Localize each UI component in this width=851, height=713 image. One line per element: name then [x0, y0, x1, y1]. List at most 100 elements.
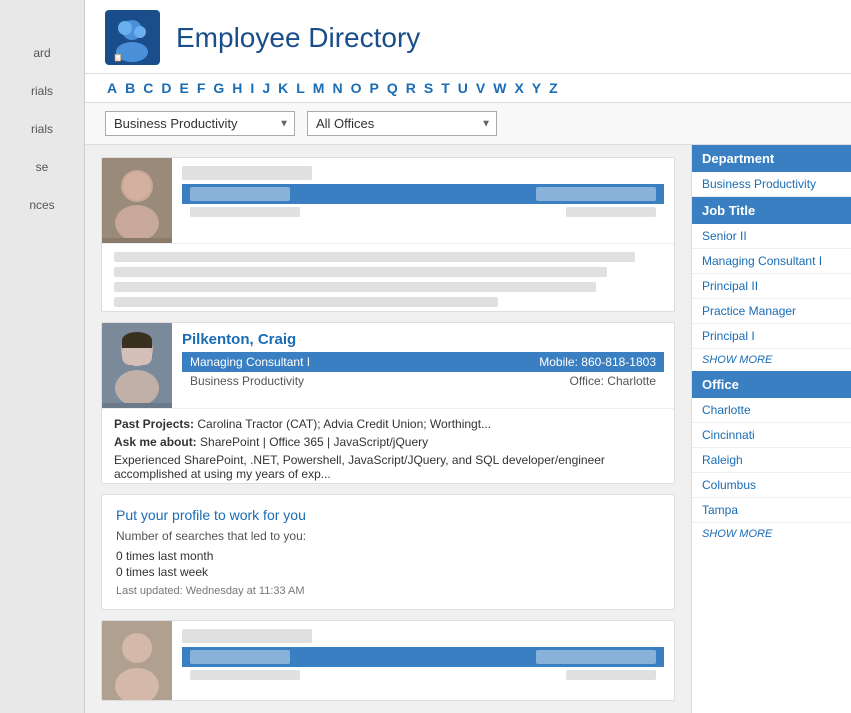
- main-content: 📋 Employee Directory ABCDEFGHIJKLMNOPQRS…: [85, 0, 851, 713]
- mobile-blur: [536, 187, 656, 201]
- alpha-letter-O[interactable]: O: [349, 80, 364, 96]
- ask-me-about: Ask me about: SharePoint | Office 365 | …: [114, 435, 662, 449]
- alpha-letter-D[interactable]: D: [159, 80, 173, 96]
- filter-option-raleigh[interactable]: Raleigh: [692, 448, 851, 473]
- mobile-blur: [536, 650, 656, 664]
- title-bar: [182, 184, 664, 204]
- employee-office: Office: Charlotte: [570, 374, 656, 388]
- employee-title: Managing Consultant I: [190, 355, 310, 369]
- dept-row: [182, 667, 664, 683]
- alpha-letter-H[interactable]: H: [230, 80, 244, 96]
- sidebar-item-6[interactable]: nces: [0, 186, 84, 224]
- alpha-letter-A[interactable]: A: [105, 80, 119, 96]
- title-blur: [190, 187, 290, 201]
- alpha-letter-R[interactable]: R: [404, 80, 418, 96]
- employee-card: [101, 620, 675, 701]
- filter-option-columbus[interactable]: Columbus: [692, 473, 851, 498]
- employee-photo: [102, 323, 172, 408]
- office-blur: [566, 207, 656, 217]
- filter-option-senior-ii[interactable]: Senior II: [692, 224, 851, 249]
- bio-line-4: [114, 297, 498, 307]
- sidebar-item-3[interactable]: rials: [0, 72, 84, 110]
- alpha-letter-M[interactable]: M: [311, 80, 327, 96]
- employee-photo: [102, 621, 172, 701]
- profile-promo-card: Put your profile to work for you Number …: [101, 494, 675, 610]
- past-projects: Past Projects: Carolina Tractor (CAT); A…: [114, 417, 662, 431]
- alpha-letter-L[interactable]: L: [294, 80, 307, 96]
- filter-option-managing-consultant[interactable]: Managing Consultant I: [692, 249, 851, 274]
- alpha-letter-Y[interactable]: Y: [530, 80, 543, 96]
- promo-last-updated: Last updated: Wednesday at 11:33 AM: [116, 585, 660, 597]
- filter-option-principal-ii[interactable]: Principal II: [692, 274, 851, 299]
- title-bar: [182, 647, 664, 667]
- promo-stat-week: 0 times last week: [116, 565, 660, 579]
- filter-option-principal-i[interactable]: Principal I: [692, 324, 851, 349]
- card-body: [102, 243, 674, 312]
- job-title-show-more[interactable]: SHOW MORE: [692, 349, 851, 371]
- alpha-letter-G[interactable]: G: [211, 80, 226, 96]
- alpha-letter-I[interactable]: I: [248, 80, 256, 96]
- alpha-letter-S[interactable]: S: [422, 80, 435, 96]
- alpha-letter-K[interactable]: K: [276, 80, 290, 96]
- alpha-letter-X[interactable]: X: [512, 80, 525, 96]
- left-sidebar: ard rials rials se nces: [0, 0, 85, 713]
- filter-option-charlotte[interactable]: Charlotte: [692, 398, 851, 423]
- right-sidebar: Department Business Productivity Job Tit…: [691, 145, 851, 713]
- alpha-letter-W[interactable]: W: [491, 80, 508, 96]
- title-bar: Managing Consultant I Mobile: 860-818-18…: [182, 352, 664, 372]
- office-show-more[interactable]: SHOW MORE: [692, 523, 851, 545]
- filter-option-business-productivity[interactable]: Business Productivity: [692, 172, 851, 197]
- bio-line-2: [114, 267, 607, 277]
- filter-option-practice-manager[interactable]: Practice Manager: [692, 299, 851, 324]
- app-header: 📋 Employee Directory: [85, 0, 851, 74]
- alpha-letter-U[interactable]: U: [456, 80, 470, 96]
- alpha-letter-T[interactable]: T: [439, 80, 452, 96]
- employee-name[interactable]: Pilkenton, Craig: [182, 331, 664, 348]
- office-filter[interactable]: All Offices Charlotte Cincinnati Raleigh…: [307, 111, 497, 136]
- alpha-letter-E[interactable]: E: [178, 80, 191, 96]
- ask-me-value: SharePoint | Office 365 | JavaScript/jQu…: [200, 435, 428, 449]
- svg-text:📋: 📋: [113, 52, 123, 62]
- alpha-letter-B[interactable]: B: [123, 80, 137, 96]
- past-projects-label: Past Projects:: [114, 417, 194, 431]
- filters-bar: Business Productivity All Departments IT…: [85, 103, 851, 145]
- dept-row: [182, 204, 664, 220]
- card-info: [172, 158, 674, 243]
- card-body: Past Projects: Carolina Tractor (CAT); A…: [102, 408, 674, 484]
- alpha-letter-Z[interactable]: Z: [547, 80, 560, 96]
- department-filter-wrapper: Business Productivity All Departments IT…: [105, 111, 295, 136]
- employee-name-blurred: [182, 166, 312, 180]
- alpha-letter-J[interactable]: J: [260, 80, 272, 96]
- department-filter[interactable]: Business Productivity All Departments IT…: [105, 111, 295, 136]
- sidebar-item-2[interactable]: ard: [0, 34, 84, 72]
- employee-card: Pilkenton, Craig Managing Consultant I M…: [101, 322, 675, 484]
- employee-card: [101, 157, 675, 312]
- employee-photo: [102, 158, 172, 243]
- alpha-letter-P[interactable]: P: [367, 80, 380, 96]
- sidebar-item-5[interactable]: se: [0, 148, 84, 186]
- card-header: [102, 158, 674, 243]
- alpha-navigation: ABCDEFGHIJKLMNOPQRSTUVWXYZ: [85, 74, 851, 103]
- promo-title[interactable]: Put your profile to work for you: [116, 507, 660, 523]
- dept-blur: [190, 207, 300, 217]
- sidebar-item-1[interactable]: [0, 10, 84, 34]
- alpha-letter-V[interactable]: V: [474, 80, 487, 96]
- card-info: Pilkenton, Craig Managing Consultant I M…: [172, 323, 674, 408]
- employee-bio: Experienced SharePoint, .NET, Powershell…: [114, 453, 662, 481]
- bio-line-1: [114, 252, 635, 262]
- past-projects-value: Carolina Tractor (CAT); Advia Credit Uni…: [197, 417, 491, 431]
- alpha-letter-F[interactable]: F: [195, 80, 208, 96]
- bio-line-3: [114, 282, 596, 292]
- filter-option-tampa[interactable]: Tampa: [692, 498, 851, 523]
- promo-stat-month: 0 times last month: [116, 549, 660, 563]
- alpha-letter-Q[interactable]: Q: [385, 80, 400, 96]
- dept-office-row: Business Productivity Office: Charlotte: [182, 372, 664, 390]
- alpha-letter-N[interactable]: N: [330, 80, 344, 96]
- app-logo: 📋: [105, 10, 160, 65]
- filter-option-cincinnati[interactable]: Cincinnati: [692, 423, 851, 448]
- promo-description: Number of searches that led to you:: [116, 529, 660, 543]
- job-title-section-header: Job Title: [692, 197, 851, 224]
- sidebar-item-4[interactable]: rials: [0, 110, 84, 148]
- alpha-letter-C[interactable]: C: [141, 80, 155, 96]
- office-blur: [566, 670, 656, 680]
